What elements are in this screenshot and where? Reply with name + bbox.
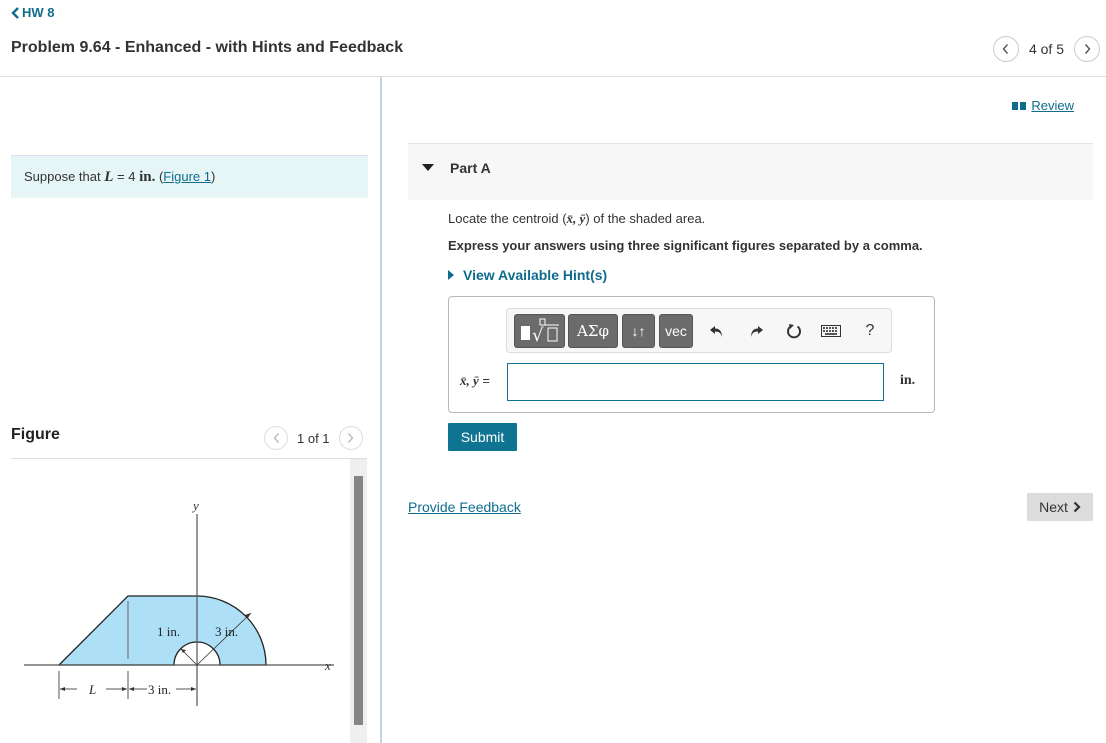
back-link-label: HW 8 xyxy=(22,5,55,20)
next-figure-button[interactable] xyxy=(338,426,363,450)
figure-position: 1 of 1 xyxy=(297,430,330,446)
answer-unit: in. xyxy=(900,373,916,388)
previous-problem-button[interactable] xyxy=(992,36,1019,62)
vector-button[interactable]: vec xyxy=(659,314,693,348)
part-label: Part A xyxy=(450,160,491,176)
chevron-left-icon xyxy=(273,433,279,443)
templates-icon: √ xyxy=(520,318,559,345)
length-L-label: L xyxy=(88,682,96,697)
chevron-left-icon xyxy=(11,6,19,19)
header-divider xyxy=(0,76,1106,77)
next-problem-button[interactable] xyxy=(1074,36,1100,62)
next-label: Next xyxy=(1039,499,1068,515)
svg-text:√: √ xyxy=(532,325,544,345)
y-axis-label: y xyxy=(191,498,199,513)
page-title: Problem 9.64 - Enhanced - with Hints and… xyxy=(11,39,404,56)
figure-heading: Figure xyxy=(11,426,60,443)
book-icon xyxy=(1012,101,1027,110)
keyboard-icon xyxy=(821,325,841,337)
length-3-label: 3 in. xyxy=(148,682,171,697)
math-toolbar: √ ΑΣφ ↓↑ vec ? xyxy=(506,308,892,353)
reset-button[interactable] xyxy=(781,319,807,343)
expand-triangle-icon xyxy=(448,270,454,280)
inner-radius-arrow xyxy=(181,649,186,653)
redo-icon xyxy=(751,326,763,337)
keyboard-button[interactable] xyxy=(818,319,844,343)
greek-symbols-button[interactable]: ΑΣφ xyxy=(568,314,618,348)
figure-scrollbar-thumb[interactable] xyxy=(354,476,363,725)
submit-button[interactable]: Submit xyxy=(448,423,517,451)
figure-diagram: y x 1 in. 3 in. L 3 in. xyxy=(24,498,334,706)
inner-radius-label: 1 in. xyxy=(157,624,180,639)
figure-pager: 1 of 1 xyxy=(264,426,363,450)
chevron-right-icon xyxy=(348,433,354,443)
review-link[interactable]: Review xyxy=(1031,98,1074,113)
previous-figure-button[interactable] xyxy=(264,426,288,450)
figure-link[interactable]: Figure 1 xyxy=(163,169,211,184)
instruction-text: Express your answers using three signifi… xyxy=(448,238,923,253)
hint-label: View Available Hint(s) xyxy=(463,267,608,283)
problem-statement: Suppose that L = 4 in. (Figure 1) xyxy=(11,155,368,198)
question-text: Locate the centroid (x̄, ȳ) of the shade… xyxy=(448,211,706,226)
answer-input[interactable] xyxy=(507,363,884,401)
undo-icon xyxy=(710,326,722,337)
review-link-wrap: Review xyxy=(1012,98,1074,113)
view-hints-toggle[interactable]: View Available Hint(s) xyxy=(448,267,607,283)
next-button[interactable]: Next xyxy=(1027,493,1093,521)
x-axis-label: x xyxy=(324,658,331,673)
help-button[interactable]: ? xyxy=(857,319,883,343)
chevron-right-icon xyxy=(1084,44,1090,54)
undo-button[interactable] xyxy=(704,319,730,343)
chevron-left-icon xyxy=(1003,44,1009,54)
collapse-triangle-icon xyxy=(422,164,434,171)
panel-divider[interactable] xyxy=(380,76,382,743)
redo-button[interactable] xyxy=(743,319,769,343)
problem-pager: 4 of 5 xyxy=(992,36,1100,62)
part-a-header[interactable]: Part A xyxy=(408,143,1093,200)
chevron-right-icon xyxy=(1073,501,1081,513)
provide-feedback-link[interactable]: Provide Feedback xyxy=(408,499,521,515)
reset-icon xyxy=(787,324,801,339)
answer-label: x̄, ȳ = xyxy=(460,373,490,388)
back-to-assignment-link[interactable]: HW 8 xyxy=(11,5,55,20)
arrows-button[interactable]: ↓↑ xyxy=(622,314,655,348)
outer-radius-label: 3 in. xyxy=(215,624,238,639)
templates-button[interactable]: √ xyxy=(514,314,565,348)
answer-box: √ ΑΣφ ↓↑ vec ? x̄, ȳ = in. xyxy=(448,296,935,413)
problem-position: 4 of 5 xyxy=(1028,41,1064,57)
